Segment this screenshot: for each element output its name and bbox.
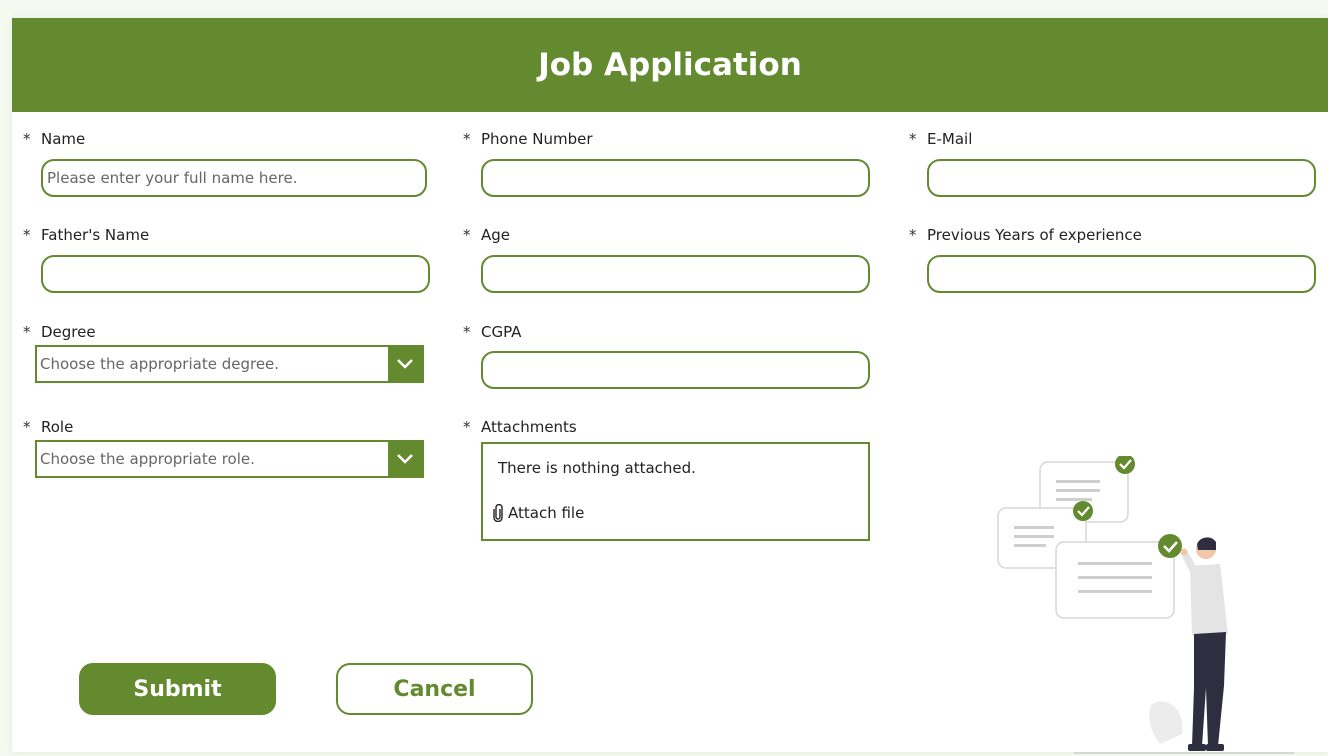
degree-dropdown[interactable]: Choose the appropriate degree. <box>35 345 424 383</box>
paperclip-icon <box>493 504 503 522</box>
name-label: Name <box>41 130 86 148</box>
page-title: Job Application <box>538 47 802 83</box>
attachments-empty-message: There is nothing attached. <box>498 459 696 477</box>
person-figure <box>1180 537 1228 751</box>
required-marker: * <box>909 226 917 244</box>
required-marker: * <box>463 323 471 341</box>
required-marker: * <box>463 226 471 244</box>
required-marker: * <box>23 323 31 341</box>
document-card <box>1055 541 1175 619</box>
cancel-button[interactable]: Cancel <box>336 663 533 715</box>
cgpa-input[interactable] <box>481 351 870 389</box>
role-label: Role <box>41 418 74 436</box>
required-marker: * <box>23 130 31 148</box>
form-header: Job Application <box>12 18 1328 112</box>
father-name-input[interactable] <box>41 255 430 293</box>
father-name-label: Father's Name <box>41 226 150 244</box>
required-marker: * <box>463 130 471 148</box>
email-input[interactable] <box>927 159 1316 197</box>
chevron-down-icon[interactable] <box>388 347 422 381</box>
role-dropdown[interactable]: Choose the appropriate role. <box>35 440 424 478</box>
phone-input[interactable] <box>481 159 870 197</box>
attachments-label: Attachments <box>481 418 577 436</box>
experience-label: Previous Years of experience <box>927 226 1142 244</box>
phone-label: Phone Number <box>481 130 593 148</box>
cgpa-label: CGPA <box>481 323 522 341</box>
checklist-illustration <box>997 456 1294 754</box>
required-marker: * <box>23 226 31 244</box>
required-marker: * <box>23 418 31 436</box>
attachments-box: There is nothing attached. Attach file <box>481 442 870 541</box>
experience-input[interactable] <box>927 255 1316 293</box>
required-marker: * <box>463 418 471 436</box>
leaf-decoration <box>1149 701 1183 744</box>
degree-selected-value: Choose the appropriate degree. <box>40 355 280 373</box>
chevron-down-icon[interactable] <box>388 442 422 476</box>
submit-button[interactable]: Submit <box>79 663 276 715</box>
check-icon <box>1073 501 1093 521</box>
check-icon <box>1158 534 1182 558</box>
role-selected-value: Choose the appropriate role. <box>40 450 255 468</box>
attach-file-link[interactable]: Attach file <box>492 504 584 522</box>
form-panel: Job Application * Name * Phone Number * E-M… <box>12 18 1328 754</box>
age-label: Age <box>481 226 511 244</box>
required-marker: * <box>909 130 917 148</box>
attach-file-label: Attach file <box>508 504 585 522</box>
name-input[interactable] <box>41 159 427 197</box>
email-label: E-Mail <box>927 130 973 148</box>
age-input[interactable] <box>481 255 870 293</box>
degree-label: Degree <box>41 323 96 341</box>
